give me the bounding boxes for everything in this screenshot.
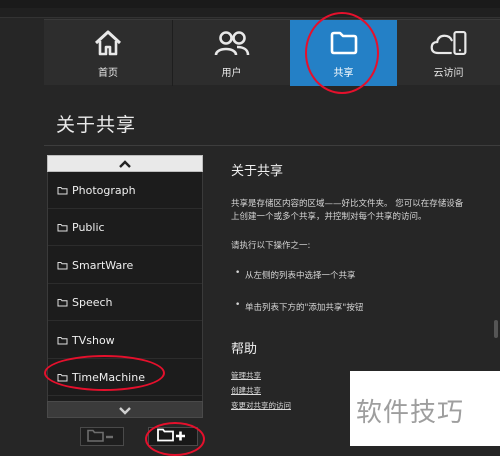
share-name: Speech: [72, 295, 113, 309]
help-link-create-share[interactable]: 创建共享: [231, 385, 261, 396]
info-title: 关于共享: [231, 164, 284, 179]
chevron-down-icon: [118, 400, 132, 419]
about-shares-panel: 关于共享 共享是存储区内容的区域——好比文件夹。 您可以在存储设备上创建一个或多…: [231, 160, 471, 313]
annotation-circle-shares-tab: [305, 12, 379, 94]
annotation-circle-timemachine: [44, 355, 165, 391]
info-instruction: 请执行以下操作之一:: [231, 241, 311, 251]
users-icon: [212, 28, 252, 58]
nav-users[interactable]: 用户: [173, 20, 290, 86]
folder-icon: [57, 186, 68, 195]
list-item-share[interactable]: SmartWare: [48, 247, 202, 284]
annotation-circle-add-share: [145, 422, 205, 456]
top-divider: [0, 8, 500, 18]
list-scroll-down-button[interactable]: [47, 401, 203, 418]
page-title: 关于共享: [56, 114, 137, 136]
share-name: Public: [72, 220, 105, 234]
share-name: SmartWare: [72, 258, 134, 272]
share-name: Photograph: [72, 183, 136, 197]
watermark-text: 软件技巧: [356, 398, 465, 428]
nav-users-label: 用户: [221, 68, 242, 79]
cloud-access-icon: [429, 28, 469, 58]
help-title: 帮助: [231, 342, 258, 357]
list-scroll-up-button[interactable]: [47, 155, 203, 172]
folder-minus-icon: [87, 427, 117, 446]
nav-home[interactable]: 首页: [44, 20, 173, 86]
nav-cloud-access[interactable]: 云访问: [397, 20, 500, 86]
list-item-share[interactable]: Speech: [48, 284, 202, 321]
folder-icon: [57, 298, 68, 307]
folder-icon: [57, 223, 68, 232]
title-divider: [44, 145, 500, 146]
list-item-share[interactable]: Photograph: [48, 172, 202, 209]
folder-icon: [57, 261, 68, 270]
main-nav: 首页 用户 共享 云访问: [44, 19, 500, 86]
help-link-manage-shares[interactable]: 管理共享: [231, 370, 261, 381]
help-link-change-access[interactable]: 变更对共享的访问: [231, 400, 291, 411]
nav-home-label: 首页: [98, 68, 118, 79]
info-bullet: 从左侧的列表中选择一个共享: [231, 268, 471, 281]
list-item-share[interactable]: Public: [48, 209, 202, 246]
top-strip: [0, 0, 500, 8]
page-scrollbar[interactable]: [494, 320, 498, 338]
home-icon: [88, 28, 128, 58]
share-name: TVshow: [72, 333, 115, 347]
nav-cloud-access-label: 云访问: [433, 68, 464, 79]
list-item-share[interactable]: TVshow: [48, 322, 202, 359]
info-description: 共享是存储区内容的区域——好比文件夹。 您可以在存储设备上创建一个或多个共享，并…: [231, 199, 464, 222]
folder-icon: [57, 336, 68, 345]
remove-share-button[interactable]: [80, 427, 124, 446]
chevron-up-icon: [118, 154, 132, 173]
info-bullet: 单击列表下方的"添加共享"按钮: [231, 300, 471, 313]
